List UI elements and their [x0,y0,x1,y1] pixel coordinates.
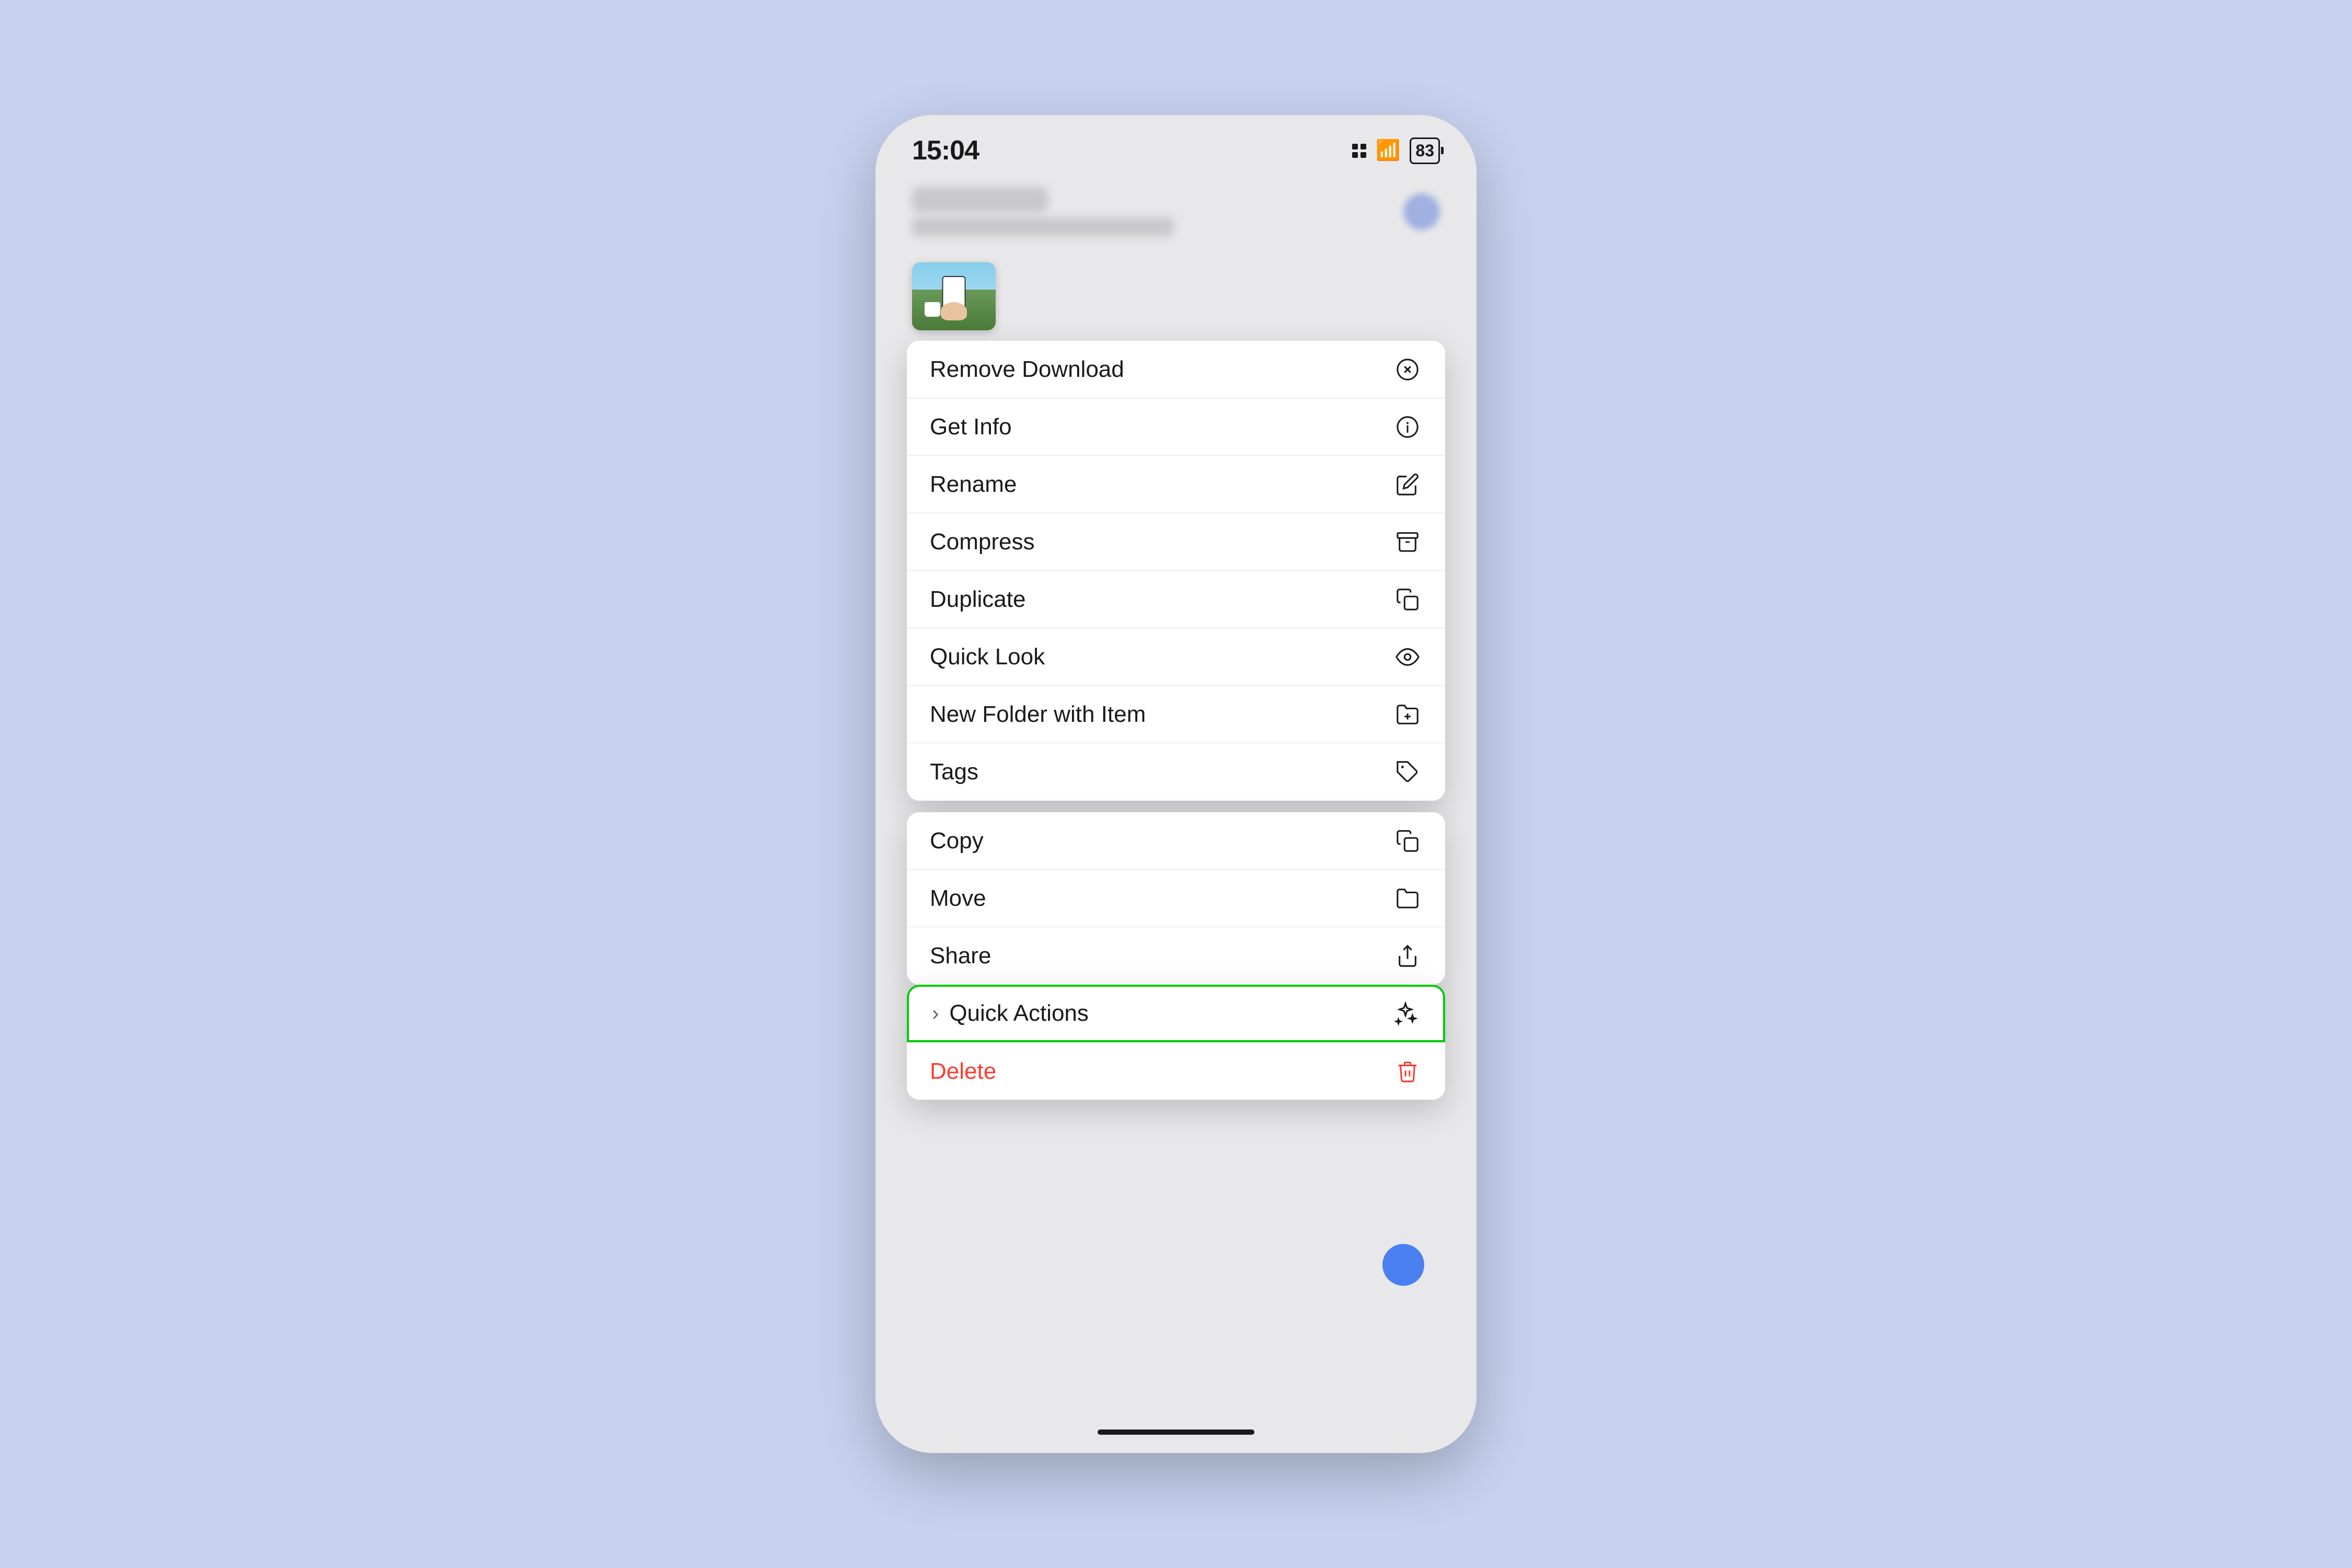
archive-icon [1393,527,1422,557]
thumb-cup [925,302,940,317]
folder-icon [1393,884,1422,913]
pencil-icon [1393,470,1422,499]
header-button-blur [1403,193,1440,230]
circle-x-icon [1393,355,1422,384]
menu-item-new-folder[interactable]: New Folder with Item [907,686,1445,743]
menu-item-rename[interactable]: Rename [907,456,1445,513]
chevron-right-icon: › [932,1002,939,1025]
menu-label-duplicate: Duplicate [930,586,1025,613]
menu-label-new-folder: New Folder with Item [930,701,1146,728]
thumbnail-inner [912,262,996,330]
duplicate-icon [1393,585,1422,614]
menu-item-tags[interactable]: Tags [907,743,1445,801]
menu-label-quick-actions: Quick Actions [949,1000,1089,1027]
context-menu-group1: Remove Download Get Info [907,341,1445,801]
trash-icon [1393,1057,1422,1086]
wifi-icon: 📶 [1376,139,1400,162]
status-bar: 15:04 📶 83 [875,115,1477,177]
battery-indicator: 83 [1410,137,1440,164]
file-area [875,247,1477,341]
context-menu-group3: › Quick Actions Delete [907,985,1445,1100]
menu-gap-1 [907,801,1445,812]
menu-label-rename: Rename [930,471,1017,498]
header-title-blur [912,187,1048,212]
menu-item-duplicate[interactable]: Duplicate [907,571,1445,628]
status-time: 15:04 [912,135,979,166]
menu-item-move[interactable]: Move [907,870,1445,927]
menu-item-share[interactable]: Share [907,927,1445,985]
header-left [912,187,1173,236]
app-header [875,177,1477,247]
menu-label-move: Move [930,885,986,912]
menu-label-delete: Delete [930,1058,996,1085]
thumb-hand [941,302,967,320]
menu-item-get-info[interactable]: Get Info [907,398,1445,456]
header-subtitle-blur [912,217,1173,236]
context-menu-group2: Copy Move Share [907,812,1445,985]
menu-label-get-info: Get Info [930,414,1012,440]
context-menu-wrapper: Remove Download Get Info [875,341,1477,1411]
menu-label-copy: Copy [930,828,984,854]
menu-label-quick-look: Quick Look [930,644,1045,670]
signal-grid-icon [1352,144,1366,158]
menu-item-compress[interactable]: Compress [907,513,1445,571]
menu-item-delete[interactable]: Delete [907,1042,1445,1100]
tag-icon [1393,757,1422,787]
home-indicator [875,1411,1477,1453]
menu-label-remove-download: Remove Download [930,356,1124,383]
menu-item-quick-look[interactable]: Quick Look [907,628,1445,686]
folder-plus-icon [1393,700,1422,729]
menu-label-tags: Tags [930,759,978,785]
sparkles-icon [1391,999,1420,1028]
share-icon [1393,941,1422,971]
copy-icon [1393,826,1422,856]
phone-frame: 15:04 📶 83 [875,115,1477,1453]
menu-label-compress: Compress [930,529,1035,555]
home-bar [1098,1429,1254,1435]
menu-item-remove-download[interactable]: Remove Download [907,341,1445,398]
status-icons: 📶 83 [1352,137,1440,164]
blue-dot [1382,1244,1424,1286]
menu-item-quick-actions[interactable]: › Quick Actions [907,985,1445,1042]
menu-label-share: Share [930,943,991,969]
eye-icon [1393,642,1422,672]
file-thumbnail[interactable] [912,262,996,330]
quick-actions-left: › Quick Actions [932,1000,1089,1027]
circle-info-icon [1393,412,1422,442]
menu-item-copy[interactable]: Copy [907,812,1445,870]
